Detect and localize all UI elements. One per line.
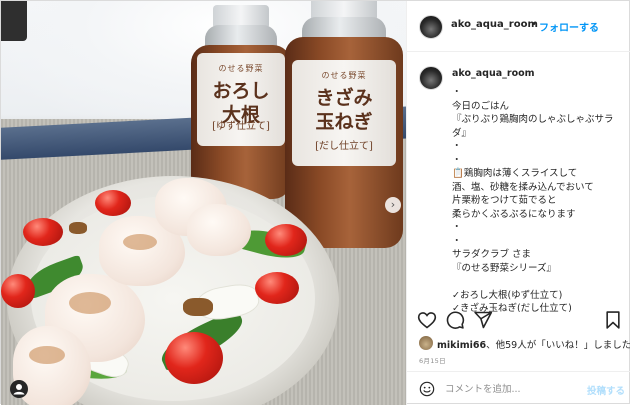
comment-bar: 投稿する xyxy=(407,371,630,406)
likes-summary: mikimi66、他59人が「いいね！」しました xyxy=(419,336,630,352)
post-comment-button[interactable]: 投稿する xyxy=(587,383,625,397)
likes-count-text[interactable]: 、他59人が「いいね！」しました xyxy=(486,340,630,351)
sauce xyxy=(69,292,111,314)
post-photo[interactable]: のせる野菜 おろし 大根 [ゆず仕立て] のせる野菜 きざみ 玉ねぎ [だし仕立… xyxy=(1,1,406,405)
cherry-tomato xyxy=(23,218,63,246)
avatar[interactable] xyxy=(419,66,443,90)
share-icon[interactable] xyxy=(473,310,493,330)
tagged-users-button[interactable] xyxy=(10,380,28,398)
bookmark-icon[interactable] xyxy=(603,310,623,330)
action-bar xyxy=(407,306,630,336)
post-header: ako_aqua_room • フォローする xyxy=(407,1,630,52)
cherry-tomato xyxy=(255,272,299,304)
liker-username[interactable]: mikimi66 xyxy=(437,340,486,351)
bottle-sub: [だし仕立て] xyxy=(315,140,373,152)
bottle-kizami-tamanegi: のせる野菜 きざみ 玉ねぎ [だし仕立て] xyxy=(285,1,403,248)
bottle-name: きざみ 玉ねぎ xyxy=(315,87,373,133)
caption-username[interactable]: ako_aqua_room xyxy=(452,68,535,79)
header-username[interactable]: ako_aqua_room xyxy=(451,19,538,30)
walnut xyxy=(69,222,87,234)
header-separator: • xyxy=(531,19,537,30)
bottle-tag: のせる野菜 xyxy=(321,71,367,80)
instagram-post: のせる野菜 おろし 大根 [ゆず仕立て] のせる野菜 きざみ 玉ねぎ [だし仕立… xyxy=(0,0,630,405)
bottle-tag: のせる野菜 xyxy=(218,64,264,74)
chicken-slice xyxy=(187,204,251,256)
comment-input[interactable] xyxy=(445,381,575,397)
post-date[interactable]: 6月15日 xyxy=(419,355,446,365)
follow-button[interactable]: フォローする xyxy=(539,19,599,34)
user-icon xyxy=(13,384,25,395)
cherry-tomato xyxy=(95,190,131,216)
bottle-label: のせる野菜 きざみ 玉ねぎ [だし仕立て] xyxy=(292,60,396,166)
comment-icon[interactable] xyxy=(445,310,465,330)
sauce xyxy=(123,234,157,250)
carousel-next-button[interactable]: › xyxy=(385,197,401,213)
cherry-tomato xyxy=(165,332,223,384)
heart-icon[interactable] xyxy=(417,310,437,330)
cherry-tomato xyxy=(265,224,307,256)
bottle-label: のせる野菜 おろし 大根 [ゆず仕立て] xyxy=(197,53,285,146)
caption-area: ako_aqua_room ・ 今日のごはん 『ぷりぷり鶏胸肉のしゃぶしゃぶサラ… xyxy=(407,52,630,312)
bottle-oroshi-daikon: のせる野菜 おろし 大根 [ゆず仕立て] xyxy=(191,5,291,199)
walnut xyxy=(183,298,213,316)
sauce xyxy=(29,346,65,364)
post-side-panel: ako_aqua_room • フォローする ako_aqua_room ・ 今… xyxy=(406,1,630,405)
bottle-sub: [ゆず仕立て] xyxy=(212,120,270,132)
bottle-cap xyxy=(213,5,269,27)
avatar[interactable] xyxy=(419,336,433,350)
emoji-icon[interactable] xyxy=(419,381,435,397)
background-object xyxy=(1,1,27,41)
cherry-tomato xyxy=(1,274,35,308)
avatar[interactable] xyxy=(419,15,443,39)
caption-text: ・ 今日のごはん 『ぷりぷり鶏胸肉のしゃぶしゃぶサラダ』 ・ ・ 📋鶏胸肉は薄く… xyxy=(452,87,614,312)
